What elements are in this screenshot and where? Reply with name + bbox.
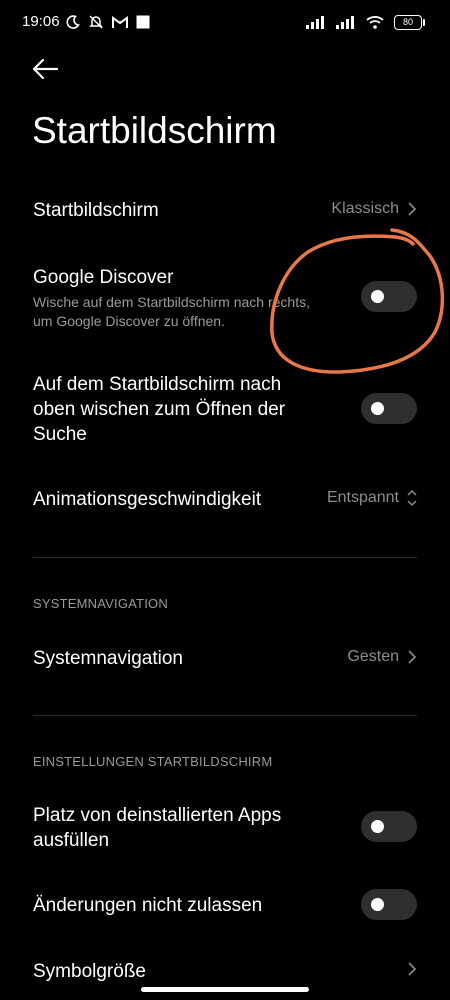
section-divider: [33, 715, 417, 716]
chevron-right-icon: [408, 650, 417, 664]
status-left-icons: [66, 13, 150, 31]
system-navigation-section-header: SYSTEMNAVIGATION: [33, 596, 168, 611]
fill-uninstalled-label-line2: ausfüllen: [33, 830, 110, 851]
swipe-search-toggle[interactable]: [361, 393, 417, 424]
toggle-knob: [371, 820, 384, 833]
square-icon: [136, 15, 150, 29]
toggle-knob: [371, 402, 384, 415]
system-navigation-value: Gesten: [347, 648, 399, 665]
home-screen-value-group: Klassisch: [331, 200, 417, 218]
system-navigation-row[interactable]: Systemnavigation Gesten: [33, 646, 417, 674]
fill-uninstalled-label: Platz von deinstallierten Apps ausfüllen: [33, 803, 417, 853]
google-discover-row[interactable]: Google Discover Wische auf dem Startbild…: [33, 265, 417, 335]
back-arrow-icon[interactable]: [30, 55, 60, 83]
swipe-search-label-line1: Auf dem Startbildschirm nach: [33, 374, 282, 395]
home-screen-row[interactable]: Startbildschirm Klassisch: [33, 198, 417, 226]
battery-icon: 80: [394, 14, 425, 30]
chevron-up-down-icon: [407, 489, 417, 507]
chevron-right-icon: [408, 202, 417, 216]
fill-uninstalled-toggle[interactable]: [361, 811, 417, 842]
battery-level: 80: [402, 16, 413, 27]
signal-icon: [336, 15, 354, 29]
swipe-search-label-line2: oben wischen zum Öffnen der: [33, 399, 286, 420]
lock-changes-label: Änderungen nicht zulassen: [33, 895, 263, 916]
signal-icon: [306, 15, 324, 29]
google-discover-description-line1: Wische auf dem Startbildschirm nach rech…: [33, 294, 310, 310]
fill-uninstalled-row[interactable]: Platz von deinstallierten Apps ausfüllen: [33, 803, 417, 855]
icon-size-label: Symbolgröße: [33, 961, 146, 982]
google-discover-toggle[interactable]: [361, 281, 417, 312]
toggle-knob: [371, 290, 384, 303]
lock-changes-row[interactable]: Änderungen nicht zulassen: [33, 889, 417, 921]
fill-uninstalled-label-line1: Platz von deinstallierten Apps: [33, 805, 282, 826]
lock-changes-toggle[interactable]: [361, 889, 417, 920]
gmail-icon: [112, 15, 128, 28]
google-discover-description-line2: um Google Discover zu öffnen.: [33, 313, 225, 329]
icon-size-row[interactable]: Symbolgröße: [33, 959, 417, 987]
moon-icon: [66, 15, 80, 29]
system-navigation-value-group: Gesten: [347, 648, 417, 666]
animation-speed-value-group: Entspannt: [327, 489, 417, 507]
home-screen-value: Klassisch: [331, 200, 399, 217]
status-bar: 19:06 80: [0, 0, 450, 44]
section-divider: [33, 557, 417, 558]
bell-off-icon: [89, 15, 103, 29]
status-right-icons: 80: [306, 13, 425, 31]
animation-speed-value: Entspannt: [326, 489, 399, 506]
home-settings-section-header: EINSTELLUNGEN STARTBILDSCHIRM: [33, 754, 273, 769]
swipe-search-label: Auf dem Startbildschirm nach oben wische…: [33, 372, 417, 447]
status-time: 19:06: [22, 13, 60, 30]
wifi-icon: [366, 16, 384, 29]
google-discover-description: Wische auf dem Startbildschirm nach rech…: [33, 293, 417, 331]
google-discover-label: Google Discover: [33, 267, 174, 288]
page-title: Startbildschirm: [32, 110, 277, 151]
toggle-knob: [371, 898, 384, 911]
icon-size-value-group: [407, 962, 417, 976]
animation-speed-row[interactable]: Animationsgeschwindigkeit Entspannt: [33, 487, 417, 515]
swipe-search-row[interactable]: Auf dem Startbildschirm nach oben wische…: [33, 372, 417, 450]
chevron-right-icon: [408, 962, 417, 976]
swipe-search-label-line3: Suche: [33, 424, 87, 445]
home-indicator[interactable]: [141, 987, 309, 992]
